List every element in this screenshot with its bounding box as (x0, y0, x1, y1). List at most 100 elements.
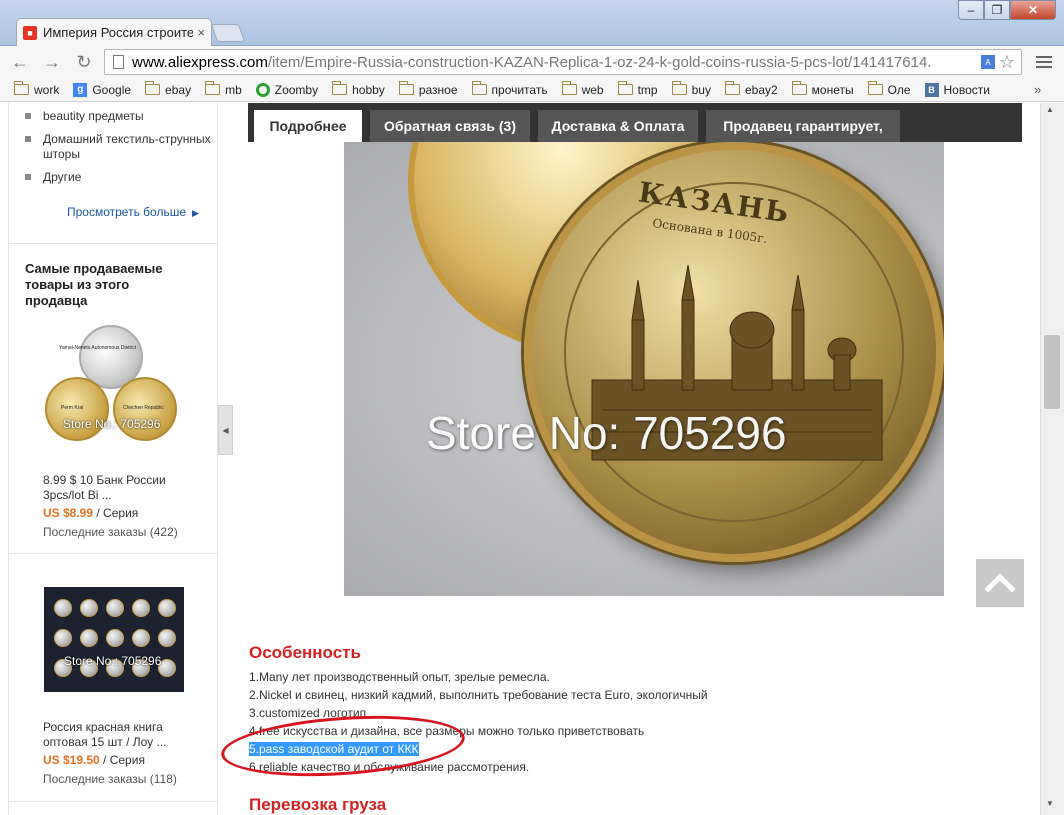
mini-coin-image (54, 629, 72, 647)
folder-icon (14, 81, 29, 95)
product-thumbnail[interactable]: Store No.: 705296 (44, 587, 184, 692)
bookmark-star-icon[interactable]: ☆ (999, 52, 1015, 73)
product-orders: Последние заказы (422) (43, 525, 178, 539)
vk-icon: В (924, 82, 939, 97)
aliexpress-favicon-icon: ■ (23, 25, 37, 40)
browser-menu-icon[interactable] (1032, 51, 1056, 73)
see-more-link[interactable]: Просмотреть больше ▶ (67, 205, 199, 219)
tab-seller-guarantees[interactable]: Продавец гарантирует, (706, 110, 900, 142)
folder-icon (205, 81, 221, 95)
mini-coin-image (106, 599, 124, 617)
product-price: US $19.50 / Серия (43, 753, 145, 767)
bookmark-11[interactable]: ebay2 (724, 81, 778, 97)
bookmark-6[interactable]: разное (398, 81, 458, 97)
chevron-left-icon: ◀ (222, 425, 229, 435)
tab-title: Империя Россия строите (43, 25, 194, 40)
mini-coin-image (158, 629, 176, 647)
bookmark-10[interactable]: buy (671, 81, 711, 97)
seller-sidebar: beautity предметы Домашний текстиль-стру… (8, 103, 218, 815)
kazan-coin-image: КАЗАНЬ Основана в 1005г. (524, 142, 944, 562)
features-heading: Особенность (249, 643, 361, 662)
browser-toolbar: ← → ↻ www.aliexpress.com/item/Empire-Rus… (0, 46, 1064, 78)
bookmark-2[interactable]: ebay (145, 81, 191, 97)
thumbnail-caption: Perm Krai (61, 405, 84, 411)
collapse-sidebar-button[interactable]: ◀ (218, 405, 233, 455)
window-minimize-button[interactable]: – (958, 0, 984, 20)
bookmark-4[interactable]: Zoomby (255, 82, 318, 97)
mini-coin-image (132, 599, 150, 617)
window-close-button[interactable]: ✕ (1010, 0, 1056, 20)
product-price: US $8.99 / Серия (43, 506, 139, 520)
bookmarks-bar: work g Google ebay mb Zoomby hobby разное прочит… (0, 78, 1064, 102)
tab-details[interactable]: Подробнее (254, 110, 362, 142)
scroll-up-arrow-icon[interactable]: ▲ (1046, 105, 1054, 114)
browser-titlebar: ■ Империя Россия строите × – ❐ ✕ (0, 0, 1064, 46)
sidebar-divider (9, 553, 217, 554)
translate-icon[interactable]: A (980, 55, 995, 69)
shipping-heading: Перевозка груза (249, 795, 387, 814)
mini-coin-image (158, 599, 176, 617)
mini-coin-image (106, 629, 124, 647)
folder-icon (791, 81, 807, 95)
bookmark-1[interactable]: g Google (73, 82, 131, 97)
category-item[interactable]: Домашний текстиль-струнных шторы (25, 132, 217, 162)
scroll-to-top-button[interactable] (976, 559, 1024, 607)
reload-icon[interactable]: ↻ (72, 50, 96, 74)
page-scrollbar[interactable]: ▲ ▼ (1040, 103, 1064, 815)
bookmark-5[interactable]: hobby (332, 81, 385, 97)
bookmark-14[interactable]: В Новости (924, 82, 990, 97)
folder-icon (724, 81, 740, 95)
tab-feedback[interactable]: Обратная связь (3) (370, 110, 530, 142)
bookmark-13[interactable]: Оле (867, 81, 911, 97)
mini-coin-image (80, 599, 98, 617)
thumbnail-watermark: Store No.: 705296 (63, 417, 161, 431)
zoomby-icon (255, 82, 270, 97)
bookmark-8[interactable]: web (561, 81, 604, 97)
mini-coin-image (132, 629, 150, 647)
bookmark-0[interactable]: work (14, 81, 59, 97)
product-main-image: КАЗАНЬ Основана в 1005г. Store No: 70529… (344, 142, 944, 596)
chevron-up-icon (984, 573, 1016, 605)
bookmark-7[interactable]: прочитать (471, 81, 548, 97)
tab-shipping-payment[interactable]: Доставка & Оплата (538, 110, 698, 142)
mini-coin-image (54, 599, 72, 617)
tab-close-icon[interactable]: × (197, 25, 205, 40)
scrollbar-thumb[interactable] (1044, 335, 1060, 409)
folder-icon (867, 81, 883, 95)
feature-item: 1.Many лет производственный опыт, зрелые… (249, 670, 550, 684)
bullet-icon (25, 113, 31, 119)
chevron-right-icon: ▶ (192, 208, 199, 218)
category-item[interactable]: beautity предметы (25, 109, 217, 124)
browser-tab[interactable]: ■ Империя Россия строите × (16, 18, 212, 46)
new-tab-button[interactable] (210, 24, 246, 42)
detail-tabs: Подробнее Обратная связь (3) Доставка & … (248, 103, 1022, 142)
folder-icon (471, 81, 487, 95)
bullet-icon (25, 136, 31, 142)
window-maximize-button[interactable]: ❐ (984, 0, 1010, 20)
best-sellers-title: Самые продаваемые товары из этого продав… (25, 261, 163, 308)
forward-arrow-icon[interactable]: → (40, 50, 64, 74)
folder-icon (332, 81, 348, 95)
page-icon (113, 55, 124, 69)
folder-icon (671, 81, 687, 95)
bullet-icon (25, 174, 31, 180)
bookmarks-overflow-icon[interactable]: » (1034, 82, 1041, 97)
sidebar-divider (9, 243, 217, 244)
bookmark-3[interactable]: mb (205, 81, 242, 97)
thumbnail-caption: Chechen Republic (123, 405, 164, 411)
product-thumbnail[interactable]: Yamal-Nenets Autonomous District Perm Kr… (43, 323, 183, 447)
mini-coin-image (80, 629, 98, 647)
url-text[interactable]: www.aliexpress.com/item/Empire-Russia-co… (132, 54, 977, 71)
thumbnail-watermark: Store No.: 705296 (64, 654, 162, 668)
category-item[interactable]: Другие (25, 170, 217, 185)
product-description[interactable]: Россия красная книга оптовая 15 шт / Лоу… (43, 720, 203, 750)
folder-icon (145, 81, 161, 95)
back-arrow-icon[interactable]: ← (8, 50, 32, 74)
thumbnail-caption: Yamal-Nenets Autonomous District (59, 345, 137, 351)
bookmark-9[interactable]: tmp (617, 81, 658, 97)
bookmark-12[interactable]: монеты (791, 81, 854, 97)
scroll-down-arrow-icon[interactable]: ▼ (1046, 799, 1054, 808)
product-description[interactable]: 8.99 $ 10 Банк России 3pcs/lot Bi ... (43, 473, 203, 503)
sidebar-divider (9, 801, 217, 802)
address-bar[interactable]: www.aliexpress.com/item/Empire-Russia-co… (104, 49, 1022, 75)
